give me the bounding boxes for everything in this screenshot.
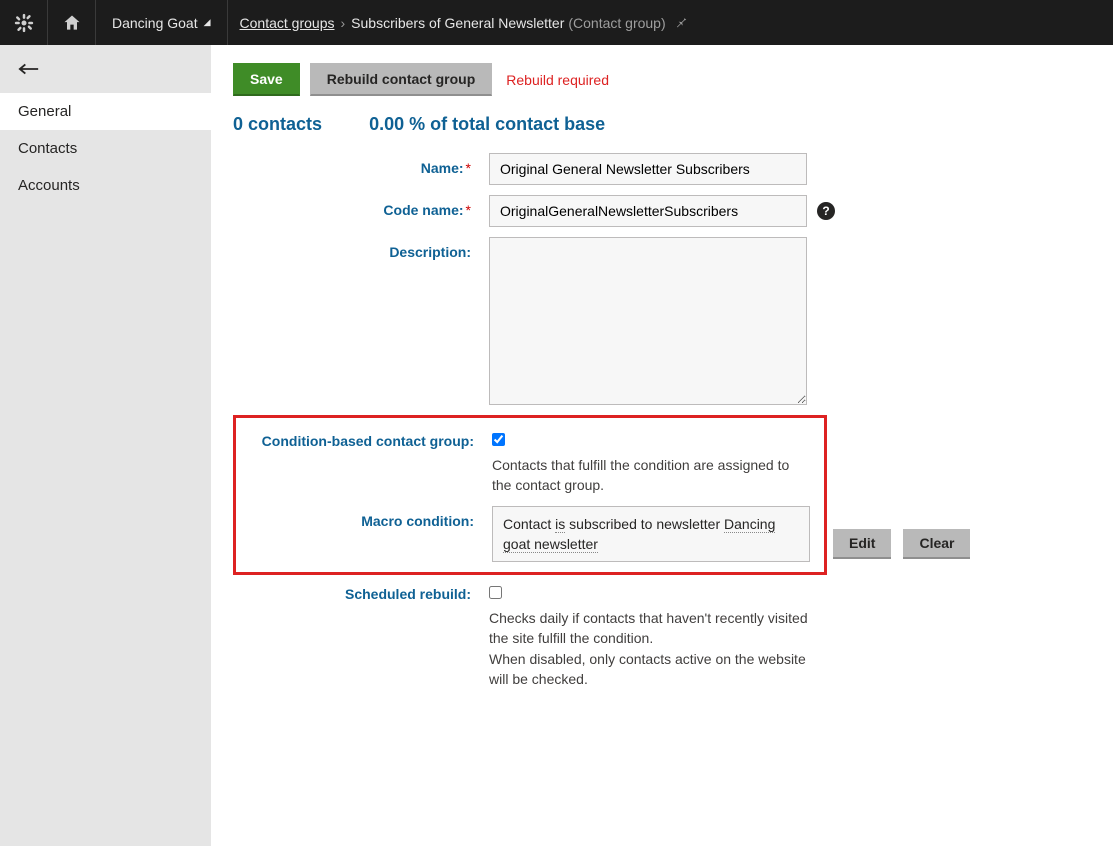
scheduled-help1: Checks daily if contacts that haven't re… [489, 608, 809, 649]
breadcrumb: Contact groups › Subscribers of General … [228, 14, 688, 31]
sidebar-item-label: General [18, 103, 71, 120]
label-name: Name:* [233, 153, 489, 176]
sidebar: General Contacts Accounts [0, 45, 211, 846]
stats-row: 0 contacts 0.00 % of total contact base [233, 114, 1091, 135]
edit-button[interactable]: Edit [833, 529, 891, 559]
condition-help: Contacts that fulfill the condition are … [492, 455, 812, 496]
label-description: Description: [233, 237, 489, 260]
site-name: Dancing Goat [112, 15, 198, 31]
main-content: Save Rebuild contact group Rebuild requi… [211, 45, 1113, 846]
condition-checkbox[interactable] [492, 433, 505, 446]
macro-condition-display: Contact is subscribed to newsletter Danc… [492, 506, 810, 563]
breadcrumb-root-link[interactable]: Contact groups [240, 15, 335, 31]
row-name: Name:* [233, 153, 1091, 185]
sidebar-item-label: Accounts [18, 177, 80, 194]
action-bar: Save Rebuild contact group Rebuild requi… [233, 63, 1091, 96]
contact-percent: 0.00 % of total contact base [369, 114, 605, 134]
highlight-box: Condition-based contact group: Contacts … [233, 415, 827, 575]
back-button[interactable] [0, 45, 211, 93]
pin-icon[interactable] [674, 14, 688, 31]
breadcrumb-suffix: (Contact group) [568, 15, 665, 31]
clear-button[interactable]: Clear [903, 529, 970, 559]
label-codename: Code name:* [233, 195, 489, 218]
home-icon[interactable] [48, 0, 96, 45]
row-codename: Code name:* ? [233, 195, 1091, 227]
row-condition: Condition-based contact group: Contacts … [236, 426, 824, 496]
sidebar-item-accounts[interactable]: Accounts [0, 167, 211, 204]
breadcrumb-separator: › [340, 15, 345, 31]
scheduled-checkbox[interactable] [489, 586, 502, 599]
codename-input[interactable] [489, 195, 807, 227]
app-logo-icon[interactable] [0, 0, 48, 45]
help-icon[interactable]: ? [817, 202, 835, 220]
topbar: Dancing Goat ◢ Contact groups › Subscrib… [0, 0, 1113, 45]
description-textarea[interactable] [489, 237, 807, 405]
rebuild-button[interactable]: Rebuild contact group [310, 63, 493, 96]
caret-down-icon: ◢ [204, 17, 211, 28]
site-selector[interactable]: Dancing Goat ◢ [96, 0, 228, 45]
row-scheduled: Scheduled rebuild: Checks daily if conta… [233, 579, 1091, 689]
sidebar-item-label: Contacts [18, 140, 77, 157]
contact-count: 0 contacts [233, 114, 322, 134]
row-macro: Macro condition: Contact is subscribed t… [236, 506, 824, 563]
label-macro: Macro condition: [236, 506, 492, 529]
label-scheduled: Scheduled rebuild: [233, 579, 489, 602]
layout: General Contacts Accounts Save Rebuild c… [0, 45, 1113, 846]
breadcrumb-current: Subscribers of General Newsletter [351, 15, 564, 31]
name-input[interactable] [489, 153, 807, 185]
sidebar-item-general[interactable]: General [0, 93, 211, 130]
rebuild-status: Rebuild required [506, 72, 609, 88]
row-description: Description: [233, 237, 1091, 405]
save-button[interactable]: Save [233, 63, 300, 96]
scheduled-help2: When disabled, only contacts active on t… [489, 649, 809, 690]
label-condition: Condition-based contact group: [236, 426, 492, 449]
sidebar-item-contacts[interactable]: Contacts [0, 130, 211, 167]
